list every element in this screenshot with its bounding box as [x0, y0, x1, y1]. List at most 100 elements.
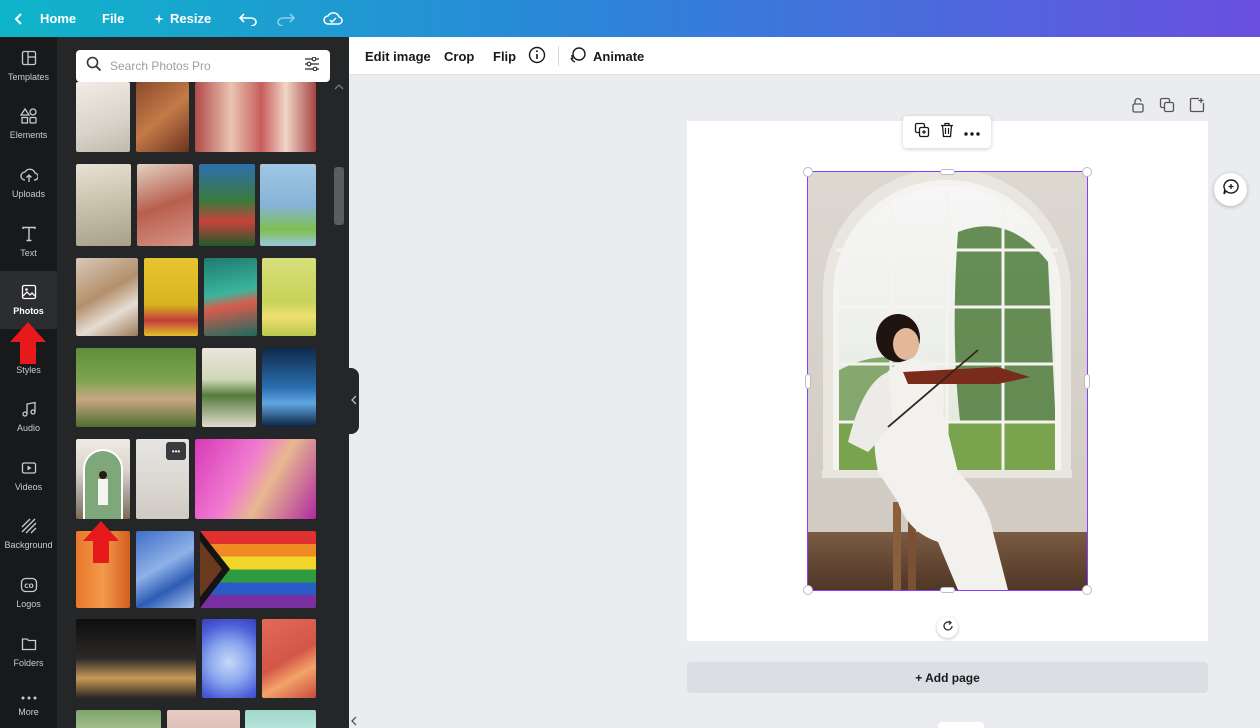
crop-label: Crop	[444, 48, 475, 64]
photo-thumbnail[interactable]	[262, 348, 316, 427]
rotate-button[interactable]	[937, 617, 958, 638]
rail-label: Uploads	[11, 189, 46, 199]
selected-image[interactable]	[807, 171, 1088, 591]
delete-icon[interactable]	[940, 122, 954, 143]
text-icon	[21, 226, 37, 244]
info-icon	[528, 46, 546, 67]
rail-label: Audio	[16, 423, 41, 433]
cloud-sync-button[interactable]	[323, 0, 343, 37]
photo-thumbnail[interactable]	[245, 710, 316, 728]
lock-icon[interactable]	[1131, 97, 1145, 118]
photo-thumbnail[interactable]	[204, 258, 257, 336]
photo-thumbnail[interactable]	[76, 710, 161, 728]
rail-item-audio[interactable]: Audio	[0, 388, 57, 446]
photo-thumbnail[interactable]	[200, 531, 316, 608]
photo-thumbnail[interactable]	[76, 348, 196, 427]
add-page-icon[interactable]	[1189, 97, 1205, 118]
search-bar[interactable]	[76, 50, 330, 82]
resize-handle-right[interactable]	[1084, 374, 1090, 389]
photo-thumbnail[interactable]	[262, 258, 316, 336]
photo-thumbnail[interactable]: •••	[136, 439, 189, 519]
panel-scrollbar-thumb[interactable]	[334, 167, 344, 225]
resize-handle-bottom-left[interactable]	[803, 585, 813, 595]
filter-icon[interactable]	[304, 56, 320, 76]
resize-handle-top[interactable]	[940, 169, 955, 175]
crop-button[interactable]: Crop	[444, 37, 474, 75]
panel-collapse-button[interactable]	[349, 368, 359, 434]
photo-thumbnail[interactable]	[76, 619, 196, 698]
rail-item-logos[interactable]: CO Logos	[0, 564, 57, 622]
animate-icon	[569, 46, 587, 67]
photo-thumbnail[interactable]	[260, 164, 316, 246]
animate-label: Animate	[593, 48, 645, 64]
photo-thumbnail[interactable]	[136, 82, 189, 152]
redo-button[interactable]	[277, 0, 295, 37]
rail-label: Logos	[16, 599, 41, 609]
bottom-panel-handle[interactable]	[938, 722, 984, 728]
rotate-icon	[942, 619, 954, 637]
resize-handle-bottom-right[interactable]	[1082, 585, 1092, 595]
photo-thumbnail-selected[interactable]	[76, 439, 130, 519]
logos-icon: CO	[20, 577, 38, 595]
rail-item-videos[interactable]: Videos	[0, 447, 57, 505]
photo-thumbnail[interactable]	[76, 258, 138, 336]
search-input[interactable]	[110, 59, 296, 73]
photo-thumbnail[interactable]	[262, 619, 316, 698]
thumb-more-button[interactable]: •••	[166, 442, 186, 460]
undo-button[interactable]	[239, 0, 257, 37]
add-page-button[interactable]: + Add page	[687, 662, 1208, 693]
chevron-left-icon	[12, 12, 26, 26]
photo-thumbnail[interactable]	[144, 258, 198, 336]
resize-label: Resize	[170, 11, 212, 26]
home-button[interactable]: Home	[12, 0, 76, 37]
element-context-menu	[903, 116, 991, 148]
photo-thumbnail[interactable]	[167, 710, 240, 728]
rail-label: Templates	[7, 72, 50, 82]
rail-item-photos[interactable]: Photos	[0, 271, 57, 329]
resize-handle-left[interactable]	[805, 374, 811, 389]
rail-item-uploads[interactable]: Uploads	[0, 154, 57, 212]
file-menu-button[interactable]: File	[102, 0, 124, 37]
photo-thumbnail[interactable]	[202, 619, 256, 698]
rail-label: Elements	[9, 130, 48, 140]
photos-icon	[21, 284, 37, 302]
rail-item-templates[interactable]: Templates	[0, 37, 57, 95]
resize-handle-top-left[interactable]	[803, 167, 813, 177]
rail-item-more[interactable]: More	[0, 682, 57, 728]
editor-toolbar: Edit image Crop Flip Animate	[349, 37, 1260, 75]
photo-thumbnail[interactable]	[195, 439, 316, 519]
photo-thumbnail[interactable]	[76, 82, 130, 152]
rail-label: Videos	[14, 482, 43, 492]
rail-item-elements[interactable]: Elements	[0, 95, 57, 153]
rail-label: Text	[20, 248, 37, 258]
photo-thumbnail[interactable]	[202, 348, 256, 427]
duplicate-icon[interactable]	[914, 122, 930, 143]
more-options-icon[interactable]	[964, 123, 980, 141]
red-arrow-annotation	[83, 521, 119, 563]
audio-icon	[21, 401, 37, 419]
resize-handle-bottom[interactable]	[940, 587, 955, 593]
animate-button[interactable]: Animate	[569, 37, 644, 75]
rail-item-background[interactable]: Background	[0, 505, 57, 563]
more-icon	[21, 693, 37, 703]
resize-button[interactable]: Resize	[154, 0, 211, 37]
photo-thumbnail[interactable]	[199, 164, 255, 246]
duplicate-page-icon[interactable]	[1159, 97, 1175, 118]
folders-icon	[21, 636, 37, 654]
photos-panel: •••	[57, 37, 349, 728]
background-icon	[21, 518, 37, 536]
rail-item-folders[interactable]: Folders	[0, 623, 57, 681]
info-button[interactable]	[528, 37, 546, 75]
photo-thumbnail[interactable]	[136, 531, 194, 608]
flip-button[interactable]: Flip	[493, 37, 516, 75]
chevron-left-icon	[351, 395, 357, 408]
photo-thumbnail[interactable]	[137, 164, 193, 246]
chevron-left-icon[interactable]	[351, 716, 357, 728]
resize-handle-top-right[interactable]	[1082, 167, 1092, 177]
rail-item-text[interactable]: Text	[0, 213, 57, 271]
photo-thumbnail[interactable]	[76, 164, 131, 246]
edit-image-button[interactable]: Edit image	[365, 37, 431, 75]
photo-thumbnail[interactable]	[195, 82, 316, 152]
rail-label: More	[18, 707, 39, 717]
add-comment-button[interactable]	[1214, 173, 1247, 206]
